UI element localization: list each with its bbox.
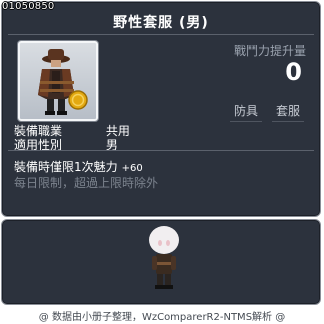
description-note: 每日限制，超過上限時除外 — [14, 176, 159, 190]
category-tag-armor: 防具 — [229, 104, 263, 122]
title-divider — [8, 34, 314, 35]
item-tooltip-screen: 野性套服 (男) 戰鬥力提升量 0 防具 套服 裝備職業 共用 適用性別 男 裝… — [0, 0, 324, 324]
desc-divider — [8, 150, 314, 151]
item-tooltip-panel: 野性套服 (男) 戰鬥力提升量 0 防具 套服 裝備職業 共用 適用性別 男 裝… — [1, 1, 321, 217]
character-preview-panel — [1, 219, 321, 305]
charm-limit-text: 裝備時僅限1次魅力 — [14, 160, 118, 174]
power-increase-label: 戰鬥力提升量 — [233, 44, 306, 58]
item-icon-frame — [18, 41, 98, 121]
power-increase-value: 0 — [285, 58, 302, 86]
item-id: 01050850 — [2, 1, 55, 12]
description-line: 裝備時僅限1次魅力 +60 — [14, 158, 143, 175]
charm-value: +60 — [121, 163, 143, 174]
category-tag-outfit: 套服 — [271, 104, 305, 122]
character-preview-figure — [149, 226, 179, 289]
data-source-footer: @ 数据由小册子整理，WzComparerR2-NTMS解析 @ — [38, 312, 286, 323]
outfit-icon — [38, 49, 88, 115]
item-name: 野性套服 (男) — [113, 15, 209, 31]
